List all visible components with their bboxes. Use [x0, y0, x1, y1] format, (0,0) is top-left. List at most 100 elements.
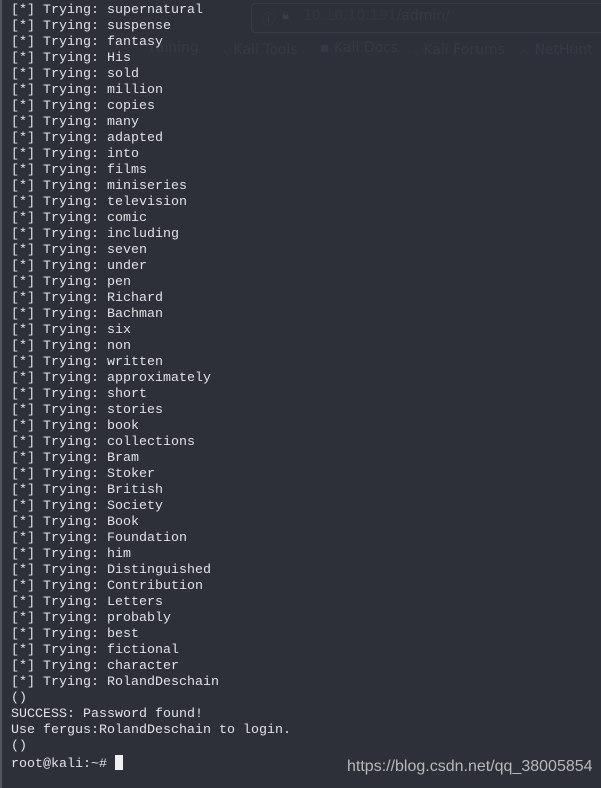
trying-line: [*] Trying: into	[11, 147, 291, 163]
line-prefix: [*] Trying:	[11, 195, 107, 210]
trying-line: [*] Trying: copies	[11, 99, 291, 115]
line-prefix: [*] Trying:	[11, 467, 107, 482]
line-prefix: [*] Trying:	[11, 211, 107, 226]
attempt-word: adapted	[106, 131, 163, 146]
attempt-word: RolandDeschain	[106, 675, 219, 690]
line-prefix: [*] Trying:	[11, 675, 107, 690]
url-host: 10.10.10.191	[303, 8, 397, 24]
line-prefix: [*] Trying:	[11, 35, 107, 50]
attempt-word: short	[106, 387, 147, 402]
line-prefix: [*] Trying:	[11, 371, 107, 386]
line-prefix: [*] Trying:	[11, 163, 107, 178]
prompt-line: root@kali:~#	[11, 755, 291, 772]
bookmark-label: NetHunt	[534, 42, 593, 58]
trying-line: [*] Trying: sold	[11, 67, 291, 83]
trying-line: [*] Trying: RolandDeschain	[11, 675, 291, 691]
url-path: /admin/	[396, 8, 450, 24]
line-prefix: [*] Trying:	[11, 387, 107, 402]
line-prefix: [*] Trying:	[11, 627, 107, 642]
trying-line: [*] Trying: Contribution	[11, 579, 291, 595]
attempt-word: Book	[106, 515, 139, 530]
line-prefix: [*] Trying:	[11, 435, 107, 450]
line-prefix: [*] Trying:	[11, 595, 107, 610]
attempt-word: British	[106, 483, 163, 498]
trying-line: [*] Trying: short	[11, 387, 291, 403]
trying-line: [*] Trying: Letters	[11, 595, 291, 611]
trying-line: [*] Trying: him	[11, 547, 291, 563]
attempt-word: fantasy	[106, 35, 163, 50]
line-prefix: [*] Trying:	[11, 579, 107, 594]
trying-line: [*] Trying: films	[11, 163, 291, 179]
trying-line: [*] Trying: fictional	[11, 643, 291, 659]
attempt-word: him	[106, 547, 131, 562]
trying-line: [*] Trying: book	[11, 419, 291, 435]
attempt-word: best	[106, 627, 139, 642]
window-border	[0, 0, 2, 788]
bookmark-label: Kali Docs	[333, 40, 399, 56]
trying-line: [*] Trying: collections	[11, 435, 291, 451]
cursor	[114, 755, 123, 770]
attempt-word: into	[106, 147, 139, 162]
attempt-word: films	[106, 163, 147, 178]
attempt-word: Letters	[106, 595, 163, 610]
attempt-word: including	[106, 227, 179, 242]
attempt-word: Society	[106, 499, 163, 514]
attempt-word: suspense	[106, 19, 171, 34]
line-prefix: [*] Trying:	[11, 291, 107, 306]
line-prefix: [*] Trying:	[11, 99, 107, 114]
trying-line: [*] Trying: best	[11, 627, 291, 643]
line-prefix: [*] Trying:	[11, 51, 107, 66]
trying-line: [*] Trying: stories	[11, 403, 291, 419]
trying-line: [*] Trying: including	[11, 227, 291, 243]
line-prefix: [*] Trying:	[11, 515, 107, 530]
output-line: SUCCESS: Password found!	[11, 707, 203, 722]
line-prefix: [*] Trying:	[11, 307, 107, 322]
attempt-word: written	[106, 355, 163, 370]
bookmark-label: Kali Forums	[423, 42, 505, 58]
trying-line: [*] Trying: seven	[11, 243, 291, 259]
trying-line: [*] Trying: many	[11, 115, 291, 131]
bookmark-kali-forums: ⸜ Kali Forums	[412, 42, 505, 58]
attempt-word: fictional	[106, 643, 179, 658]
line-prefix: [*] Trying:	[11, 19, 107, 34]
trying-line: [*] Trying: Richard	[11, 291, 291, 307]
attempt-word: million	[106, 83, 163, 98]
line-prefix: [*] Trying:	[11, 339, 107, 354]
attempt-word: miniseries	[106, 179, 187, 194]
attempt-word: non	[106, 339, 131, 354]
attempt-word: book	[106, 419, 139, 434]
line-prefix: [*] Trying:	[11, 403, 107, 418]
line-prefix: [*] Trying:	[11, 531, 107, 546]
output-line: Use fergus:RolandDeschain to login.	[11, 723, 291, 738]
terminal-output[interactable]: [*] Trying: supernatural [*] Trying: susp…	[11, 3, 291, 772]
url-text: 10.10.10.191/admin/	[303, 8, 450, 24]
attempt-word: television	[106, 195, 187, 210]
attempt-word: His	[106, 51, 131, 66]
line-prefix: [*] Trying:	[11, 547, 107, 562]
trying-line: [*] Trying: pen	[11, 275, 291, 291]
attempt-word: sold	[106, 67, 139, 82]
attempt-word: copies	[106, 99, 155, 114]
line-prefix: [*] Trying:	[11, 259, 107, 274]
trying-line: [*] Trying: six	[11, 323, 291, 339]
trying-line: [*] Trying: television	[11, 195, 291, 211]
watermark: https://blog.csdn.net/qq_38005854	[347, 758, 593, 775]
attempt-word: probably	[106, 611, 171, 626]
attempt-word: Stoker	[106, 467, 155, 482]
bookmark-nethunter: ⸜ NetHunt	[523, 42, 593, 58]
output-line: ()	[11, 739, 27, 754]
attempt-word: comic	[106, 211, 147, 226]
trying-line: [*] Trying: Stoker	[11, 467, 291, 483]
attempt-word: Bram	[106, 451, 139, 466]
trying-line: [*] Trying: non	[11, 339, 291, 355]
trying-line: [*] Trying: His	[11, 51, 291, 67]
trying-line: [*] Trying: probably	[11, 611, 291, 627]
line-prefix: [*] Trying:	[11, 611, 107, 626]
trying-line: [*] Trying: written	[11, 355, 291, 371]
attempt-word: character	[106, 659, 179, 674]
attempt-word: pen	[106, 275, 131, 290]
line-prefix: [*] Trying:	[11, 115, 107, 130]
output-line: ()	[11, 691, 27, 706]
trying-line: [*] Trying: Foundation	[11, 531, 291, 547]
trying-line: [*] Trying: Society	[11, 499, 291, 515]
